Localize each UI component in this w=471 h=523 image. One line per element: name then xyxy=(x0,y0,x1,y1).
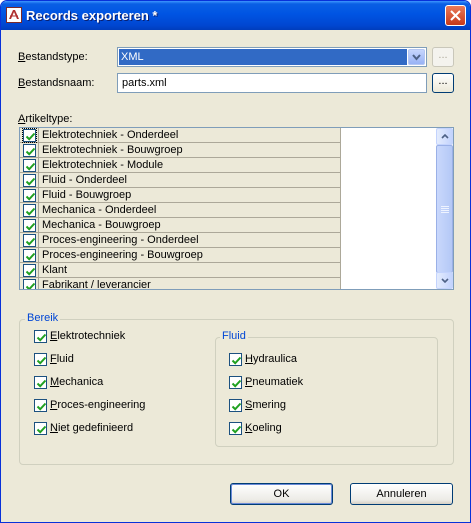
range-checkbox-label: Mechanica xyxy=(50,376,104,388)
fluid-checkbox-label: Koeling xyxy=(245,422,282,434)
app-icon xyxy=(6,7,22,23)
checkmark-icon xyxy=(25,282,36,289)
scroll-up-button[interactable] xyxy=(436,128,453,145)
chevron-down-icon xyxy=(412,54,421,61)
list-item-label: Fluid - Onderdeel xyxy=(42,174,127,186)
cancel-button[interactable]: Annuleren xyxy=(350,483,453,505)
file-type-value: XML xyxy=(119,49,407,65)
list-item-label: Klant xyxy=(42,264,68,276)
checkmark-icon xyxy=(36,425,47,434)
window-title: Records exporteren * xyxy=(26,8,158,23)
list-item[interactable]: Fluid - Onderdeel xyxy=(20,173,341,188)
list-scrollbar[interactable] xyxy=(436,128,453,289)
checkmark-icon xyxy=(25,267,36,276)
fluid-checkbox[interactable] xyxy=(229,353,242,366)
checkmark-icon xyxy=(36,356,47,365)
list-item[interactable]: Proces-engineering - Onderdeel xyxy=(20,233,341,248)
file-name-label: Bestandsnaam: xyxy=(18,77,95,89)
file-name-input[interactable]: parts.xml xyxy=(117,73,427,93)
chevron-up-icon xyxy=(441,134,449,139)
list-item-label: Proces-engineering - Onderdeel xyxy=(42,234,199,246)
checkmark-icon xyxy=(25,252,36,261)
list-item-checkbox[interactable] xyxy=(23,144,36,157)
list-item-label: Fabrikant / leverancier xyxy=(42,279,151,290)
checkmark-icon xyxy=(25,222,36,231)
list-item-checkbox[interactable] xyxy=(23,219,36,232)
scroll-thumb[interactable] xyxy=(436,145,453,273)
title-bar[interactable]: Records exporteren * xyxy=(1,1,470,30)
list-item-label: Elektrotechniek - Onderdeel xyxy=(42,129,179,141)
range-checkbox[interactable] xyxy=(34,376,47,389)
list-item[interactable]: Proces-engineering - Bouwgroep xyxy=(20,248,341,263)
close-button[interactable] xyxy=(445,5,466,26)
list-item-checkbox[interactable] xyxy=(23,159,36,172)
range-group-title: Bereik xyxy=(25,312,61,324)
checkmark-icon xyxy=(25,192,36,201)
range-checkbox[interactable] xyxy=(34,353,47,366)
article-type-label: Artikeltype: xyxy=(18,113,73,125)
list-item-label: Mechanica - Bouwgroep xyxy=(42,219,161,231)
checkmark-icon xyxy=(25,162,36,171)
list-item-checkbox[interactable] xyxy=(22,128,37,143)
checkmark-icon xyxy=(36,333,47,342)
checkmark-icon xyxy=(25,132,36,141)
fluid-checkbox-label: Pneumatiek xyxy=(245,376,304,388)
checkmark-icon xyxy=(25,147,36,156)
range-checkbox-label: Elektrotechniek xyxy=(50,330,126,342)
list-item-label: Elektrotechniek - Module xyxy=(42,159,164,171)
range-checkbox[interactable] xyxy=(34,330,47,343)
fluid-checkbox-label: Smering xyxy=(245,399,286,411)
range-checkbox[interactable] xyxy=(34,399,47,412)
fluid-checkbox-label: Hydraulica xyxy=(245,353,297,365)
fluid-group-title: Fluid xyxy=(220,330,248,342)
fluid-checkbox[interactable] xyxy=(229,399,242,412)
list-item[interactable]: Elektrotechniek - Bouwgroep xyxy=(20,143,341,158)
list-item[interactable]: Elektrotechniek - Onderdeel xyxy=(20,128,341,143)
list-item[interactable]: Mechanica - Onderdeel xyxy=(20,203,341,218)
checkmark-icon xyxy=(25,237,36,246)
range-checkbox-label: Proces-engineering xyxy=(50,399,146,411)
export-dialog: Records exporteren * Bestandstype: XML .… xyxy=(0,0,471,523)
list-item-label: Elektrotechniek - Bouwgroep xyxy=(42,144,183,156)
file-type-options-button[interactable]: ... xyxy=(432,47,454,67)
range-checkbox-label: Niet gedefinieerd xyxy=(50,422,134,434)
list-item-checkbox[interactable] xyxy=(23,174,36,187)
list-item-checkbox[interactable] xyxy=(23,249,36,262)
fluid-checkbox[interactable] xyxy=(229,376,242,389)
list-item-checkbox[interactable] xyxy=(23,264,36,277)
file-type-select[interactable]: XML xyxy=(117,47,427,67)
chevron-down-icon xyxy=(441,278,449,283)
checkmark-icon xyxy=(231,379,242,388)
checkmark-icon xyxy=(231,356,242,365)
list-item[interactable]: Fluid - Bouwgroep xyxy=(20,188,341,203)
checkmark-icon xyxy=(36,402,47,411)
checkmark-icon xyxy=(231,425,242,434)
fluid-checkbox[interactable] xyxy=(229,422,242,435)
article-type-list[interactable]: Elektrotechniek - Onderdeel Elektrotechni… xyxy=(19,127,454,290)
list-item[interactable]: Elektrotechniek - Module xyxy=(20,158,341,173)
list-item[interactable]: Klant xyxy=(20,263,341,278)
ok-button[interactable]: OK xyxy=(230,483,333,505)
list-item-checkbox[interactable] xyxy=(23,189,36,202)
checkmark-icon xyxy=(25,207,36,216)
scroll-down-button[interactable] xyxy=(436,272,453,289)
checkmark-icon xyxy=(231,402,242,411)
file-type-dropdown-button[interactable] xyxy=(408,49,425,65)
close-icon xyxy=(450,10,461,21)
list-item[interactable]: Fabrikant / leverancier xyxy=(20,278,341,290)
range-checkbox[interactable] xyxy=(34,422,47,435)
browse-button[interactable]: ... xyxy=(432,73,454,93)
list-item[interactable]: Mechanica - Bouwgroep xyxy=(20,218,341,233)
checkmark-icon xyxy=(25,177,36,186)
list-item-checkbox[interactable] xyxy=(23,234,36,247)
list-item-label: Proces-engineering - Bouwgroep xyxy=(42,249,203,261)
list-item-label: Fluid - Bouwgroep xyxy=(42,189,132,201)
list-item-label: Mechanica - Onderdeel xyxy=(42,204,157,216)
checkmark-icon xyxy=(36,379,47,388)
range-checkbox-label: Fluid xyxy=(50,353,74,365)
list-item-checkbox[interactable] xyxy=(23,204,36,217)
list-item-checkbox[interactable] xyxy=(23,279,36,289)
file-type-label: Bestandstype: xyxy=(18,51,88,63)
